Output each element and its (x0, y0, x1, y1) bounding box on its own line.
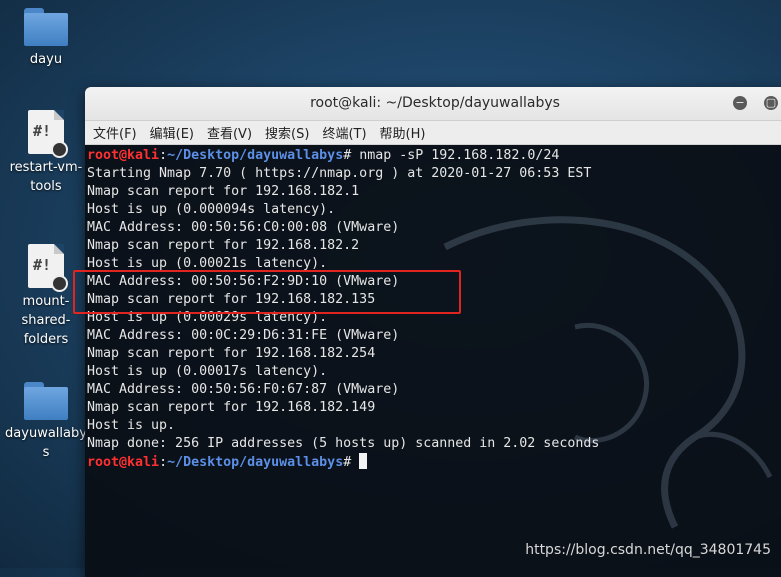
command-line: root@kali:~/Desktop/dayuwallabys# nmap -… (87, 147, 781, 165)
desktop-icon-restart-vm-tools[interactable]: #! restart-vm- tools (4, 110, 88, 196)
desktop-icon-label: restart-vm- tools (9, 160, 83, 194)
script-file-icon: #! (28, 110, 68, 158)
prompt-path: ~/Desktop/dayuwallabys (167, 455, 344, 470)
prompt-path: ~/Desktop/dayuwallabys (167, 148, 344, 163)
output-line: MAC Address: 00:50:56:C0:00:08 (VMware) (87, 220, 400, 235)
highlight-box (73, 270, 461, 314)
output-line: Host is up (0.00017s latency). (87, 364, 328, 379)
output-line: Host is up (0.000094s latency). (87, 202, 336, 217)
prompt-user: root@kali (87, 455, 160, 470)
output-line: Nmap scan report for 192.168.182.254 (87, 346, 376, 361)
minimize-button[interactable]: − (733, 96, 747, 110)
output-line: Nmap done: 256 IP addresses (5 hosts up)… (87, 436, 600, 451)
prompt-user: root@kali (87, 148, 160, 163)
text-cursor (359, 453, 368, 469)
prompt-line: root@kali:~/Desktop/dayuwallabys# (87, 453, 781, 472)
folder-icon (24, 8, 68, 46)
desktop-icon-label: dayu (29, 52, 63, 67)
command-text: nmap -sP 192.168.182.0/24 (359, 148, 560, 163)
output-line: Nmap scan report for 192.168.182.1 (87, 184, 360, 199)
menu-help[interactable]: 帮助(H) (380, 123, 426, 142)
output-line: MAC Address: 00:0C:29:D6:31:FE (VMware) (87, 328, 400, 343)
script-file-icon: #! (28, 244, 68, 292)
menu-terminal[interactable]: 终端(T) (322, 123, 366, 142)
menu-edit[interactable]: 编辑(E) (150, 123, 194, 142)
menu-bar: 文件(F) 编辑(E) 查看(V) 搜索(S) 终端(T) 帮助(H) (85, 121, 781, 145)
terminal-window[interactable]: root@kali: ~/Desktop/dayuwallabys − ▢ 文件… (85, 87, 781, 577)
prompt-separator: : (159, 148, 168, 163)
output-line: Nmap scan report for 192.168.182.149 (87, 400, 376, 415)
desktop-icon-dayuwallabys[interactable]: dayuwallaby s (4, 382, 88, 462)
output-line: Starting Nmap 7.70 ( https://nmap.org ) … (87, 166, 592, 181)
folder-icon (24, 382, 68, 420)
prompt-symbol: # (343, 455, 360, 470)
menu-search[interactable]: 搜索(S) (265, 123, 309, 142)
desktop-icon-label: dayuwallaby s (5, 426, 87, 460)
window-titlebar[interactable]: root@kali: ~/Desktop/dayuwallabys − ▢ (85, 87, 781, 121)
maximize-button[interactable]: ▢ (764, 96, 778, 110)
output-line: MAC Address: 00:50:56:F0:67:87 (VMware) (87, 382, 400, 397)
desktop-icon-dayu[interactable]: dayu (4, 8, 88, 69)
menu-file[interactable]: 文件(F) (93, 123, 137, 142)
prompt-separator: : (159, 455, 168, 470)
output-line: Host is up. (87, 418, 176, 433)
output-line: Nmap scan report for 192.168.182.2 (87, 238, 360, 253)
watermark-url: https://blog.csdn.net/qq_34801745 (525, 542, 771, 558)
menu-view[interactable]: 查看(V) (207, 123, 252, 142)
window-title: root@kali: ~/Desktop/dayuwallabys (310, 95, 560, 111)
prompt-symbol: # (343, 148, 360, 163)
